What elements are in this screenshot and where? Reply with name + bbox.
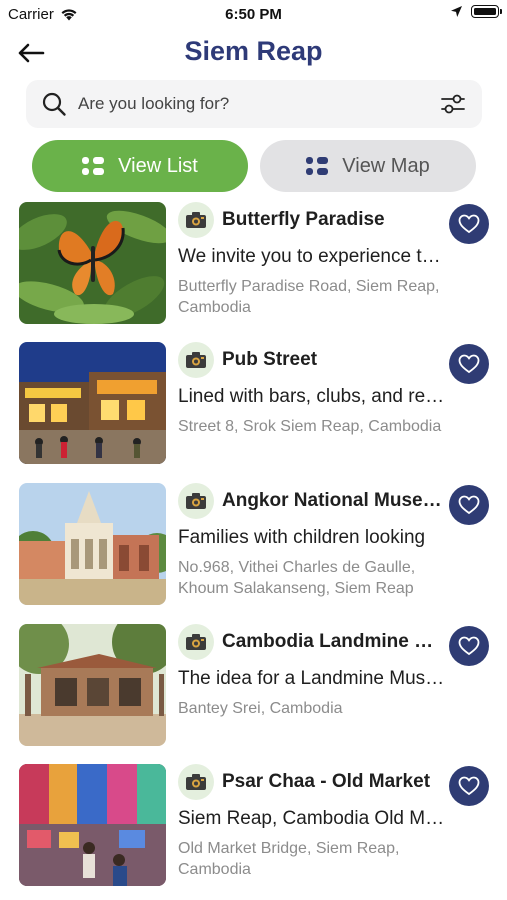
list-item[interactable]: Pub Street Lined with bars, clubs, and r… <box>0 342 507 466</box>
favorite-button[interactable] <box>449 344 489 384</box>
page-title: Siem Reap <box>184 36 323 66</box>
place-address: Old Market Bridge, Siem Reap, Cambodia <box>178 840 400 878</box>
list-item[interactable]: Psar Chaa - Old Market Siem Reap, Cambod… <box>0 764 507 888</box>
category-badge <box>178 202 214 238</box>
view-map-button[interactable]: View Map <box>260 140 476 192</box>
search-input[interactable] <box>78 94 438 114</box>
place-description: Families with children looking <box>178 527 426 548</box>
place-name: Psar Chaa - Old Market <box>222 771 431 792</box>
view-list-label: View List <box>118 154 198 177</box>
list-item[interactable]: Butterfly Paradise We invite you to expe… <box>0 202 507 326</box>
status-indicators <box>450 5 502 18</box>
status-bar: Carrier 6:50 PM <box>0 0 507 30</box>
view-toggle: View List View Map <box>32 140 476 192</box>
search-icon <box>40 90 68 118</box>
camera-icon <box>186 352 206 368</box>
list-item[interactable]: Cambodia Landmine Museum The idea for a … <box>0 624 507 748</box>
place-description: The idea for a Landmine Museum <box>178 668 446 689</box>
category-badge <box>178 483 214 519</box>
list-item[interactable]: Angkor National Museum Families with chi… <box>0 483 507 607</box>
heart-icon <box>458 495 480 515</box>
header: Siem Reap <box>0 30 507 76</box>
place-photo <box>19 342 166 464</box>
filter-button[interactable] <box>438 89 468 119</box>
camera-icon <box>186 774 206 790</box>
place-name: Butterfly Paradise <box>222 209 385 230</box>
place-photo <box>19 483 166 605</box>
place-photo <box>19 624 166 746</box>
place-description: We invite you to experience the beauty <box>178 246 446 267</box>
place-name: Angkor National Museum <box>222 490 442 511</box>
place-description: Lined with bars, clubs, and restaurants <box>178 386 446 407</box>
camera-icon <box>186 634 206 650</box>
heart-icon <box>458 776 480 796</box>
battery-icon <box>471 5 502 18</box>
place-description: Siem Reap, Cambodia Old Market <box>178 808 446 829</box>
place-address: Butterfly Paradise Road, Siem Reap, Camb… <box>178 278 440 316</box>
location-arrow-icon <box>451 6 462 17</box>
favorite-button[interactable] <box>449 626 489 666</box>
favorite-button[interactable] <box>449 485 489 525</box>
place-photo <box>19 764 166 886</box>
search-bar[interactable] <box>26 80 482 128</box>
favorite-button[interactable] <box>449 204 489 244</box>
grid-icon <box>306 157 329 175</box>
category-badge <box>178 624 214 660</box>
view-list-button[interactable]: View List <box>32 140 248 192</box>
grid-icon <box>82 157 105 175</box>
heart-icon <box>458 354 480 374</box>
view-map-label: View Map <box>342 154 430 177</box>
favorite-button[interactable] <box>449 766 489 806</box>
heart-icon <box>458 636 480 656</box>
camera-icon <box>186 212 206 228</box>
place-name: Cambodia Landmine Museum <box>222 631 442 652</box>
heart-icon <box>458 214 480 234</box>
camera-icon <box>186 493 206 509</box>
status-time: 6:50 PM <box>225 6 282 23</box>
place-address: Street 8, Srok Siem Reap, Cambodia <box>178 418 442 435</box>
place-address: No.968, Vithei Charles de Gaulle, Khoum … <box>178 559 416 597</box>
category-badge <box>178 342 214 378</box>
place-name: Pub Street <box>222 349 318 370</box>
sliders-icon <box>441 94 465 114</box>
place-photo <box>19 202 166 324</box>
category-badge <box>178 764 214 800</box>
place-address: Bantey Srei, Cambodia <box>178 700 343 717</box>
